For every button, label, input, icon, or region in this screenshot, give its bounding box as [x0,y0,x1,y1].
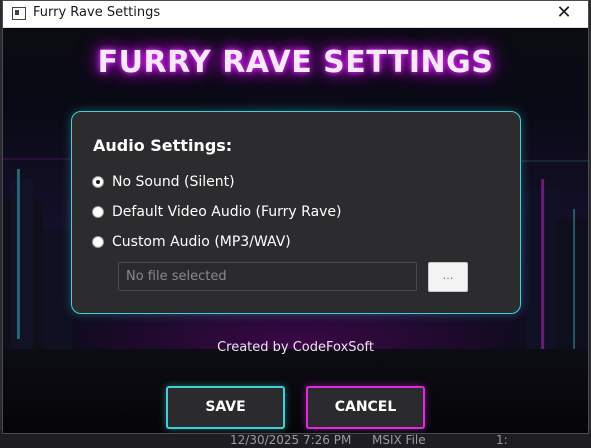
audio-settings-title: Audio Settings: [93,136,233,155]
radio-button[interactable] [92,236,104,248]
settings-window: Furry Rave Settings ✕ FURRY RAVE SETTING… [2,0,589,434]
background-file-type: MSIX File [372,433,426,447]
audio-file-path-field[interactable]: No file selected [118,262,417,291]
background-file-date: 12/30/2025 7:26 PM [230,433,352,447]
close-button[interactable]: ✕ [546,3,582,25]
radio-default-audio[interactable]: Default Video Audio (Furry Rave) [92,202,342,222]
radio-label-default-audio: Default Video Audio (Furry Rave) [112,204,342,220]
radio-label-no-sound: No Sound (Silent) [112,174,235,190]
radio-label-custom-audio: Custom Audio (MP3/WAV) [112,234,291,250]
title-bar: Furry Rave Settings ✕ [3,1,588,28]
radio-button[interactable] [92,206,104,218]
cancel-button[interactable]: CANCEL [306,386,425,429]
page-title: FURRY RAVE SETTINGS [97,45,494,80]
app-window-icon [12,7,26,20]
radio-button-selected[interactable] [92,176,104,188]
radio-custom-audio[interactable]: Custom Audio (MP3/WAV) [92,232,291,252]
credit-text: Created by CodeFoxSoft [217,340,374,355]
audio-settings-panel: Audio Settings: No Sound (Silent) Defaul… [71,111,521,314]
window-title: Furry Rave Settings [33,5,161,20]
save-button[interactable]: SAVE [166,386,285,429]
browse-file-button[interactable]: ... [428,262,468,292]
background-file-size: 1: [496,433,508,447]
dance-floor [3,349,588,433]
radio-no-sound[interactable]: No Sound (Silent) [92,172,235,192]
